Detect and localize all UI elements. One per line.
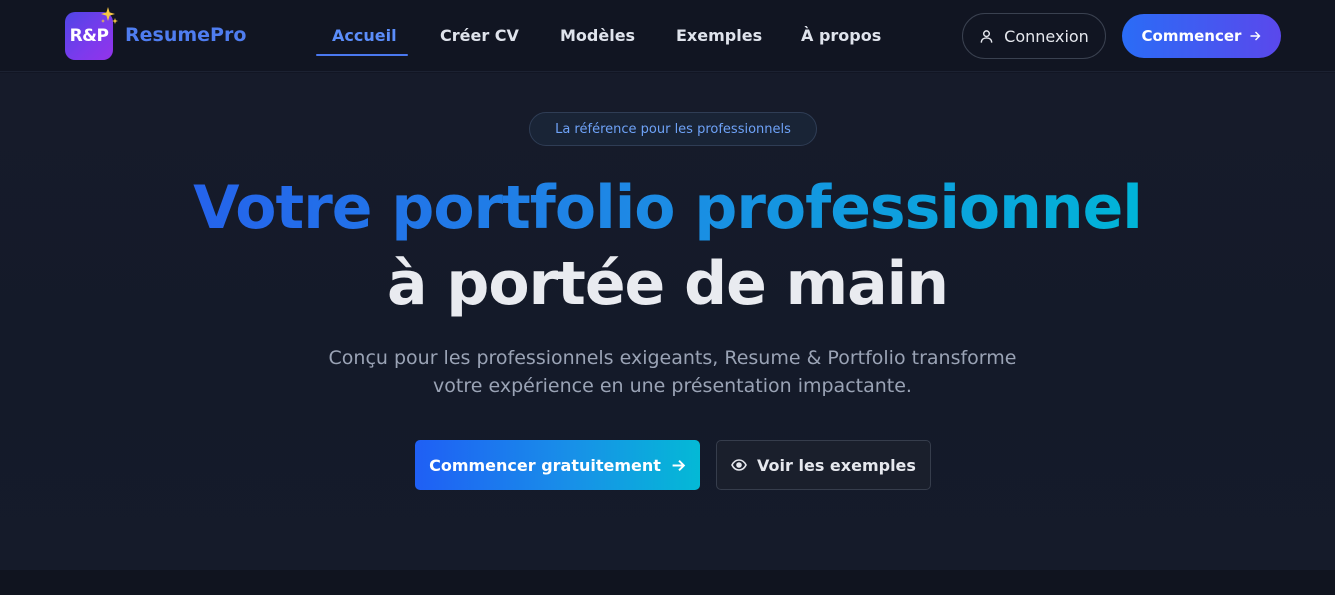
- login-button[interactable]: Connexion: [962, 13, 1106, 59]
- start-button[interactable]: Commencer: [1122, 14, 1281, 58]
- nav-item-accueil[interactable]: Accueil: [332, 26, 397, 45]
- start-free-button[interactable]: Commencer gratuitement: [415, 440, 700, 490]
- sparkle-icon: [101, 7, 118, 24]
- nav-item-a-propos[interactable]: À propos: [801, 26, 881, 45]
- hero-headline-line1: Votre portfolio professionnel: [0, 170, 1335, 246]
- hero-headline-gradient-text: Votre portfolio professionnel: [193, 173, 1143, 243]
- login-label: Connexion: [1004, 26, 1089, 46]
- logo-text: R&P: [69, 26, 109, 46]
- view-examples-button[interactable]: Voir les exemples: [716, 440, 931, 490]
- start-label: Commencer: [1141, 27, 1242, 45]
- nav-item-modeles[interactable]: Modèles: [560, 26, 635, 45]
- brand-name[interactable]: ResumePro: [125, 24, 246, 46]
- arrow-right-icon: [671, 458, 686, 473]
- start-free-label: Commencer gratuitement: [429, 455, 661, 475]
- next-section: [0, 570, 1335, 595]
- hero-headline-line2: à portée de main: [387, 249, 949, 319]
- nav-item-exemples[interactable]: Exemples: [676, 26, 762, 45]
- hero-subtitle: Conçu pour les professionnels exigeants,…: [260, 344, 1085, 400]
- hero-badge-text: La référence pour les professionnels: [555, 121, 791, 137]
- hero-subtitle-line1: Conçu pour les professionnels exigeants,…: [328, 347, 1017, 369]
- nav-item-creer-cv[interactable]: Créer CV: [440, 26, 519, 45]
- eye-icon: [731, 459, 747, 471]
- hero-badge: La référence pour les professionnels: [529, 112, 817, 146]
- user-icon: [979, 29, 994, 44]
- arrow-right-icon: [1249, 30, 1261, 42]
- top-navbar: R&P ResumePro Accueil Créer CV Modèles E…: [0, 0, 1335, 72]
- hero-subtitle-line2: votre expérience en une présentation imp…: [433, 375, 912, 397]
- nav-active-indicator: [316, 54, 408, 56]
- view-examples-label: Voir les exemples: [757, 455, 916, 475]
